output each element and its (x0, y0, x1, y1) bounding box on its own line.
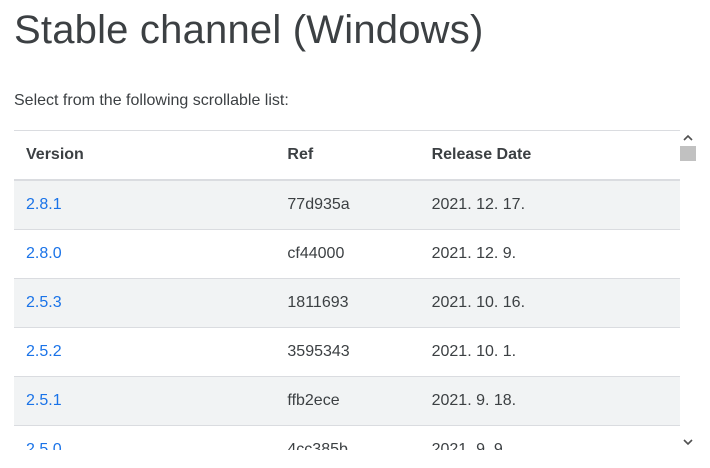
chevron-down-icon (683, 433, 693, 450)
page-title: Stable channel (Windows) (14, 8, 484, 52)
table-row: 2.5.2 3595343 2021. 10. 1. (14, 327, 680, 377)
intro-text: Select from the following scrollable lis… (14, 92, 289, 109)
version-cell: 2.5.0 (14, 425, 276, 450)
version-link[interactable]: 2.8.1 (26, 196, 62, 213)
ref-cell: 1811693 (275, 278, 420, 328)
version-cell: 2.5.3 (14, 278, 276, 328)
table-row: 2.5.1 ffb2ece 2021. 9. 18. (14, 376, 680, 426)
version-cell: 2.5.1 (14, 376, 276, 426)
release-date-cell: 2021. 9. 9. (419, 425, 680, 450)
table-row: 2.5.0 4cc385b 2021. 9. 9. (14, 425, 680, 450)
version-link[interactable]: 2.5.3 (26, 294, 62, 311)
table-header: Version Ref Release Date (14, 131, 680, 181)
release-date-cell: 2021. 12. 17. (419, 180, 680, 230)
scroll-up-button[interactable] (680, 130, 696, 146)
version-cell: 2.5.2 (14, 327, 276, 377)
table-row: 2.8.1 77d935a 2021. 12. 17. (14, 180, 680, 230)
version-cell: 2.8.1 (14, 180, 276, 230)
scroll-thumb[interactable] (680, 146, 696, 161)
table-body: 2.8.1 77d935a 2021. 12. 17. 2.8.0 cf4400… (14, 180, 680, 450)
scroll-down-button[interactable] (680, 434, 696, 450)
release-date-cell: 2021. 9. 18. (419, 376, 680, 426)
table-row: 2.5.3 1811693 2021. 10. 16. (14, 278, 680, 328)
ref-cell: 77d935a (275, 180, 420, 230)
version-link[interactable]: 2.5.1 (26, 392, 62, 409)
releases-table-viewport[interactable]: Version Ref Release Date 2.8.1 77d935a 2… (14, 130, 680, 450)
releases-table: Version Ref Release Date 2.8.1 77d935a 2… (14, 131, 680, 450)
column-header-release-date: Release Date (419, 131, 680, 181)
ref-cell: 4cc385b (275, 425, 420, 450)
column-header-version: Version (14, 131, 276, 181)
column-header-ref: Ref (275, 131, 420, 181)
release-date-cell: 2021. 10. 16. (419, 278, 680, 328)
version-cell: 2.8.0 (14, 229, 276, 279)
version-link[interactable]: 2.8.0 (26, 245, 62, 262)
version-link[interactable]: 2.5.0 (26, 441, 62, 450)
ref-cell: cf44000 (275, 229, 420, 279)
table-header-row: Version Ref Release Date (14, 131, 680, 181)
ref-cell: 3595343 (275, 327, 420, 377)
release-date-cell: 2021. 12. 9. (419, 229, 680, 279)
version-link[interactable]: 2.5.2 (26, 343, 62, 360)
ref-cell: ffb2ece (275, 376, 420, 426)
releases-table-container: Version Ref Release Date 2.8.1 77d935a 2… (14, 130, 696, 450)
chevron-up-icon (683, 130, 693, 147)
vertical-scrollbar[interactable] (680, 130, 696, 450)
table-row: 2.8.0 cf44000 2021. 12. 9. (14, 229, 680, 279)
release-date-cell: 2021. 10. 1. (419, 327, 680, 377)
